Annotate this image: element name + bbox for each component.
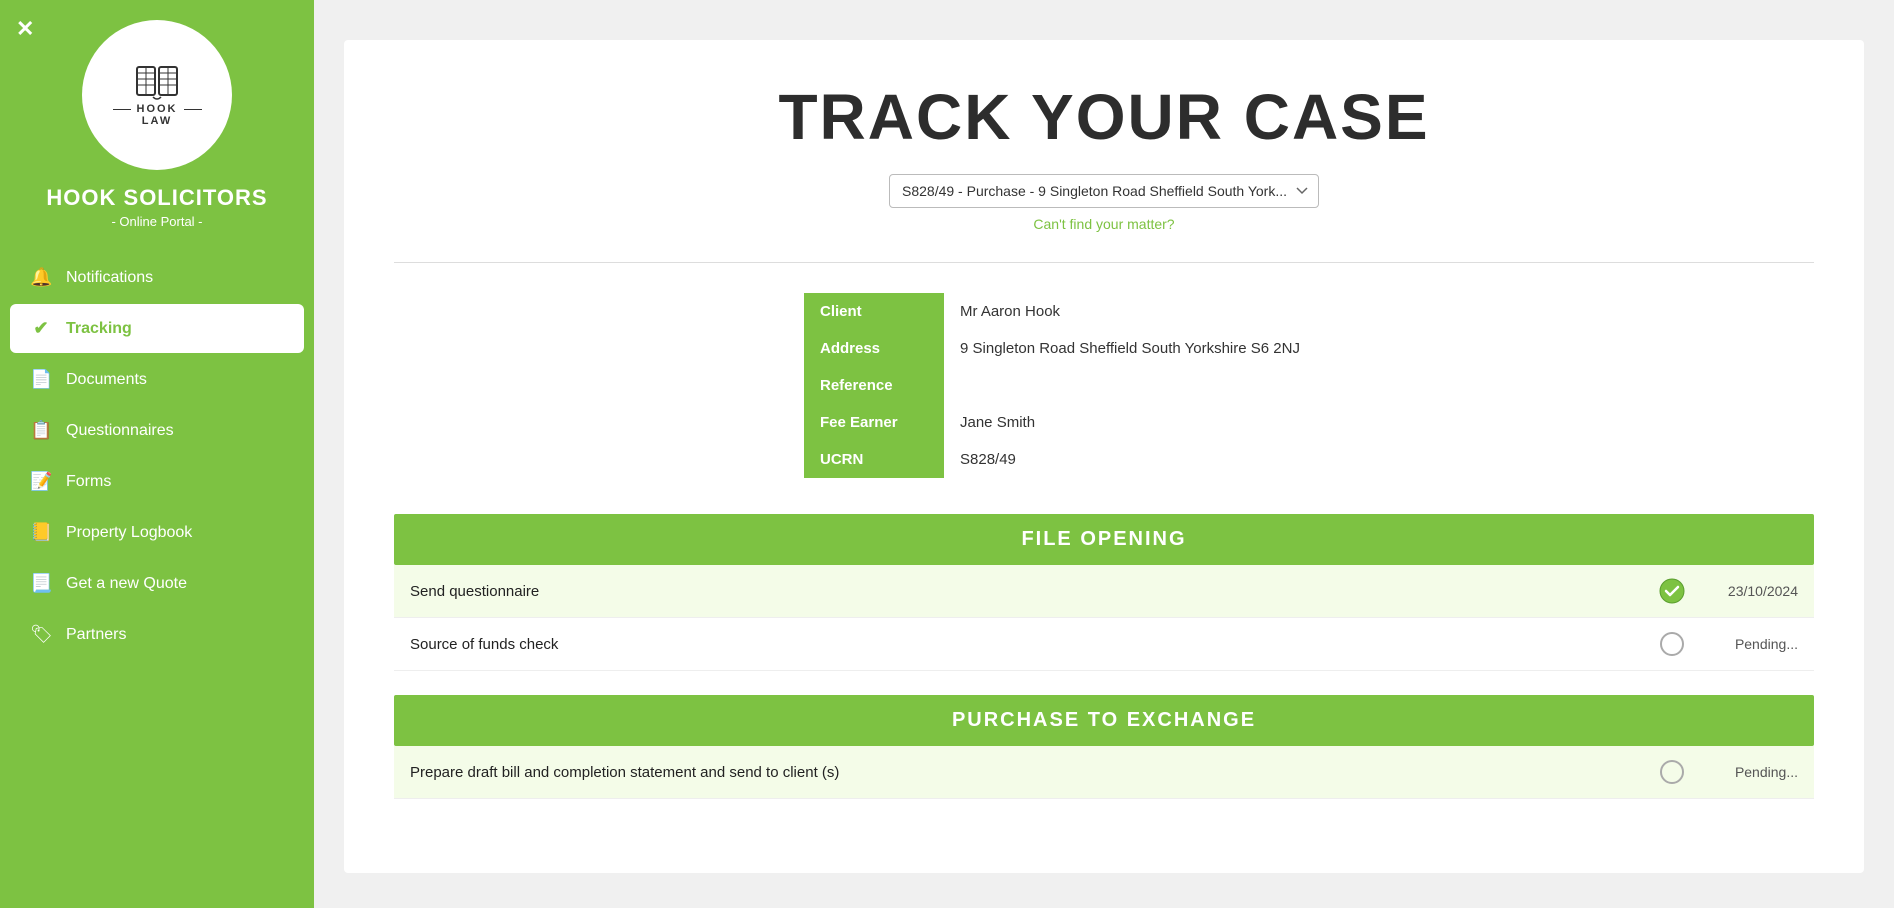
sidebar: ✕ HOOK [0, 0, 314, 908]
client-label: Reference [804, 367, 944, 404]
client-row-ucrn: UCRN S828/49 [804, 441, 1404, 478]
client-table: Client Mr Aaron HookAddress 9 Singleton … [804, 293, 1404, 478]
task-pending-icon [1658, 630, 1686, 658]
logo-circle: HOOK LAW [82, 20, 232, 170]
matter-select[interactable]: S828/49 - Purchase - 9 Singleton Road Sh… [889, 174, 1319, 208]
client-label: Fee Earner [804, 404, 944, 441]
task-date: 23/10/2024 [1698, 583, 1798, 599]
task-row: Source of funds check Pending... [394, 618, 1814, 671]
client-row-fee-earner: Fee Earner Jane Smith [804, 404, 1404, 441]
task-date: Pending... [1698, 636, 1798, 652]
nav-label-partners: Partners [66, 626, 126, 644]
client-row-reference: Reference [804, 367, 1404, 404]
matter-select-wrap: S828/49 - Purchase - 9 Singleton Road Sh… [394, 174, 1814, 232]
logo-hook-text: HOOK [137, 103, 178, 115]
task-row: Prepare draft bill and completion statem… [394, 746, 1814, 799]
firm-name: HOOK SOLICITORS [46, 186, 267, 210]
sidebar-item-property-logbook[interactable]: 📒 Property Logbook [10, 508, 304, 557]
section-header-purchase-to-exchange: PURCHASE TO EXCHANGE [394, 695, 1814, 746]
nav-label-notifications: Notifications [66, 269, 153, 287]
close-button[interactable]: ✕ [16, 16, 34, 42]
section-file-opening: FILE OPENINGSend questionnaire 23/10/202… [394, 514, 1814, 671]
sidebar-item-get-quote[interactable]: 📃 Get a new Quote [10, 559, 304, 608]
nav-label-property-logbook: Property Logbook [66, 524, 192, 542]
main-content: TRACK YOUR CASE S828/49 - Purchase - 9 S… [314, 0, 1894, 908]
client-value: 9 Singleton Road Sheffield South Yorkshi… [944, 330, 1404, 367]
client-label: UCRN [804, 441, 944, 478]
nav-icon-documents: 📄 [30, 369, 52, 390]
section-header-file-opening: FILE OPENING [394, 514, 1814, 565]
sections-container: FILE OPENINGSend questionnaire 23/10/202… [394, 514, 1814, 799]
nav-icon-tracking: ✔ [30, 318, 52, 339]
nav-icon-partners: 🏷 [30, 624, 52, 645]
nav-icon-property-logbook: 📒 [30, 522, 52, 543]
sidebar-item-partners[interactable]: 🏷 Partners [10, 610, 304, 659]
firm-subtitle: - Online Portal - [111, 214, 202, 229]
client-label: Client [804, 293, 944, 330]
divider [394, 262, 1814, 263]
task-name: Source of funds check [410, 636, 1658, 653]
task-name: Send questionnaire [410, 583, 1658, 600]
client-value [944, 367, 1404, 404]
nav-label-questionnaires: Questionnaires [66, 422, 174, 440]
content-area: TRACK YOUR CASE S828/49 - Purchase - 9 S… [344, 40, 1864, 873]
nav-menu: 🔔 Notifications✔ Tracking📄 Documents📋 Qu… [0, 253, 314, 661]
nav-label-tracking: Tracking [66, 320, 132, 338]
client-value: Jane Smith [944, 404, 1404, 441]
sidebar-item-forms[interactable]: 📝 Forms [10, 457, 304, 506]
task-complete-icon [1658, 577, 1686, 605]
page-title: TRACK YOUR CASE [394, 80, 1814, 154]
nav-icon-get-quote: 📃 [30, 573, 52, 594]
sidebar-item-notifications[interactable]: 🔔 Notifications [10, 253, 304, 302]
logo-law-text: LAW [142, 115, 172, 127]
cant-find-link[interactable]: Can't find your matter? [1033, 216, 1174, 232]
client-label: Address [804, 330, 944, 367]
task-row: Send questionnaire 23/10/2024 [394, 565, 1814, 618]
client-value: Mr Aaron Hook [944, 293, 1404, 330]
task-pending-icon [1658, 758, 1686, 786]
nav-label-forms: Forms [66, 473, 111, 491]
sidebar-item-documents[interactable]: 📄 Documents [10, 355, 304, 404]
client-row-address: Address 9 Singleton Road Sheffield South… [804, 330, 1404, 367]
task-name: Prepare draft bill and completion statem… [410, 764, 1658, 781]
sidebar-item-questionnaires[interactable]: 📋 Questionnaires [10, 406, 304, 455]
nav-label-documents: Documents [66, 371, 147, 389]
nav-icon-forms: 📝 [30, 471, 52, 492]
client-info: Client Mr Aaron HookAddress 9 Singleton … [394, 293, 1814, 478]
nav-icon-notifications: 🔔 [30, 267, 52, 288]
nav-icon-questionnaires: 📋 [30, 420, 52, 441]
sidebar-item-tracking[interactable]: ✔ Tracking [10, 304, 304, 353]
task-date: Pending... [1698, 764, 1798, 780]
section-purchase-to-exchange: PURCHASE TO EXCHANGE Prepare draft bill a… [394, 695, 1814, 799]
client-row-client: Client Mr Aaron Hook [804, 293, 1404, 330]
client-value: S828/49 [944, 441, 1404, 478]
logo-book-icon [133, 63, 181, 101]
nav-label-get-quote: Get a new Quote [66, 575, 187, 593]
